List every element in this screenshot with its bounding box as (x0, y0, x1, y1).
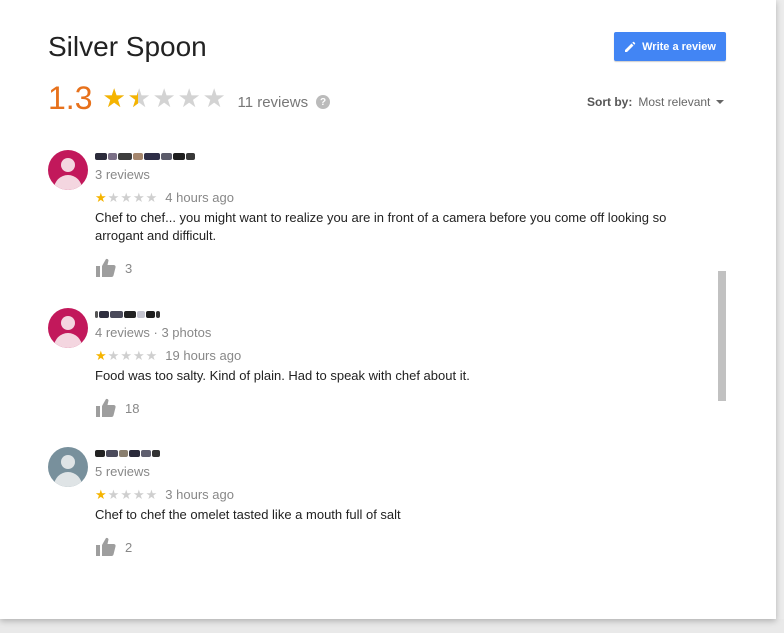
review-stars: ★ ★ ★ ★ ★ (95, 348, 158, 363)
review-time: 19 hours ago (165, 348, 242, 363)
review-text: Chef to chef... you might want to realiz… (95, 210, 667, 243)
review-rating: ★ ★ ★ ★ ★ 4 hours ago (95, 190, 234, 205)
reviewer-meta: 4 reviews · 3 photos (95, 325, 212, 340)
review-stars: ★ ★ ★ ★ ★ (95, 487, 158, 502)
avatar[interactable] (48, 447, 88, 487)
review-stars: ★ ★ ★ ★ ★ (95, 190, 158, 205)
review-time: 4 hours ago (165, 190, 234, 205)
like-count: 2 (125, 539, 133, 555)
chevron-down-icon[interactable] (716, 100, 725, 104)
review-count: 11 reviews (237, 93, 309, 111)
like-count: 18 (125, 400, 140, 416)
thumbs-up-icon[interactable] (95, 537, 117, 557)
scrollbar[interactable] (718, 271, 726, 401)
reviewer-name-redacted (95, 308, 160, 320)
thumbs-up-icon[interactable] (95, 398, 117, 418)
review-text: Food was too salty. Kind of plain. Had t… (95, 368, 470, 383)
review-text: Chef to chef the omelet tasted like a mo… (95, 507, 401, 522)
like-control: 3 (95, 258, 132, 278)
star-icon: ★ (202, 83, 226, 113)
thumbs-up-icon[interactable] (95, 258, 117, 278)
reviewer-name-redacted (95, 150, 195, 162)
star-icon: ★ (177, 83, 201, 113)
rating-value: 1.3 (48, 79, 93, 116)
sort-label: Sort by: (587, 95, 633, 109)
write-review-label: Write a review (642, 40, 716, 53)
review-rating: ★ ★ ★ ★ ★ 3 hours ago (95, 487, 234, 502)
star-icon: ★★ (102, 83, 126, 113)
rating-summary: 1.3 ★★ ★★ ★ ★ ★ 11 reviews ? (48, 78, 331, 118)
like-control: 2 (95, 537, 132, 557)
pencil-icon (625, 41, 636, 52)
like-count: 3 (125, 260, 133, 276)
help-icon[interactable]: ? (316, 95, 331, 109)
review-rating: ★ ★ ★ ★ ★ 19 hours ago (95, 348, 241, 363)
avatar[interactable] (48, 150, 88, 190)
reviewer-meta: 5 reviews (95, 464, 150, 479)
write-review-button[interactable]: Write a review (614, 32, 726, 61)
sort-dropdown[interactable]: Most relevant (638, 95, 710, 109)
place-title: Silver Spoon (48, 31, 207, 62)
star-icon: ★ (152, 83, 176, 113)
reviewer-name-redacted (95, 447, 160, 459)
review-time: 3 hours ago (165, 487, 234, 502)
sort-control[interactable]: Sort by: Most relevant (587, 95, 725, 109)
review-item: 5 reviews ★ ★ ★ ★ ★ 3 hours ago Chef to chef… (48, 447, 688, 567)
like-control: 18 (95, 398, 139, 418)
star-icon: ★★ (127, 83, 151, 113)
avatar[interactable] (48, 308, 88, 348)
review-item: 4 reviews · 3 photos ★ ★ ★ ★ ★ 19 hours ago … (48, 308, 688, 438)
rating-stars: ★★ ★★ ★ ★ ★ (102, 85, 225, 111)
background-strip-bottom (0, 619, 784, 633)
review-item: 3 reviews ★ ★ ★ ★ ★ 4 hours ago Chef to chef… (48, 150, 688, 280)
reviews-dialog: Silver Spoon Write a review 1.3 ★ ★ ★ ★ ★ … (0, 0, 776, 619)
background-strip-right (776, 0, 784, 633)
reviewer-meta: 3 reviews (95, 167, 150, 182)
